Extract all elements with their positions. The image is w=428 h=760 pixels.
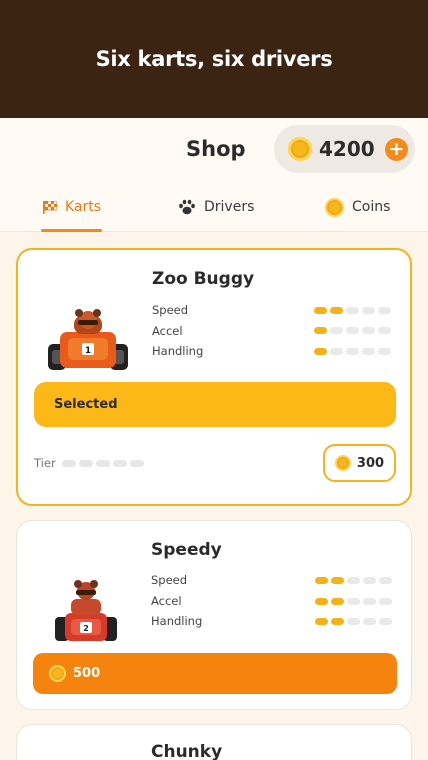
stat-label-handling: Handling [152,344,204,358]
meter-segment [363,598,376,605]
kart-image-speedy: 2 [55,580,117,641]
meter-segment [362,307,375,314]
speed-meter [314,307,391,314]
meter-segment [347,618,360,625]
shop-tabs: Karts Drivers Coins [0,182,428,232]
kart-card-zoo-buggy[interactable]: 1 Zoo Buggy Speed Accel Handling Selecte… [16,248,412,506]
meter-segment [346,307,359,314]
shop-header: Shop 4200 + [0,118,428,182]
meter-segment [362,348,375,355]
meter-segment [96,460,110,467]
meter-segment [330,307,343,314]
kart-name: Speedy [151,540,222,560]
meter-segment [331,598,344,605]
meter-segment [378,327,391,334]
meter-segment [331,577,344,584]
meter-segment [362,327,375,334]
meter-segment [347,577,360,584]
coin-balance: 4200 + [274,125,415,173]
meter-segment [379,618,392,625]
coin-balance-amount: 4200 [319,137,375,161]
page-title: Shop [186,137,246,161]
accel-meter [314,327,391,334]
add-coins-button[interactable]: + [385,138,408,161]
kart-card-speedy[interactable]: 2 Speedy Speed Accel Handling 500 [16,520,412,710]
kart-name: Chunky [151,742,223,760]
meter-segment [314,348,327,355]
accel-meter [315,598,392,605]
kart-image-zoo-buggy: 1 [48,309,128,370]
meter-segment [62,460,76,467]
active-tab-indicator [41,229,102,232]
selected-button[interactable]: Selected [34,382,396,427]
meter-segment [346,327,359,334]
meter-segment [330,327,343,334]
meter-segment [113,460,127,467]
buy-price: 500 [73,666,101,681]
stat-label-speed: Speed [152,303,189,317]
tab-karts-label: Karts [65,199,102,215]
paw-icon [179,199,195,215]
svg-text:2: 2 [83,624,89,633]
meter-segment [347,598,360,605]
price-amount: 300 [356,455,385,471]
meter-segment [379,598,392,605]
stat-label-accel: Accel [151,594,182,608]
meter-segment [314,307,327,314]
meter-segment [346,348,359,355]
tab-drivers-label: Drivers [204,199,255,215]
svg-text:1: 1 [85,346,91,356]
stat-label-handling: Handling [151,614,203,628]
banner-title: Six karts, six drivers [95,47,333,71]
meter-segment [363,618,376,625]
meter-segment [315,577,328,584]
meter-segment [379,577,392,584]
coin-icon [49,665,66,682]
tab-karts[interactable]: Karts [43,182,101,232]
coin-icon [288,137,312,161]
meter-segment [330,348,343,355]
flag-icon [43,200,57,214]
handling-meter [315,618,392,625]
stat-label-accel: Accel [152,324,183,338]
speed-meter [315,577,392,584]
meter-segment [130,460,144,467]
stat-label-speed: Speed [151,573,188,587]
meter-segment [315,598,328,605]
kart-card-chunky[interactable]: Chunky [16,724,412,760]
meter-segment [378,307,391,314]
coin-icon [325,197,344,217]
meter-segment [315,618,328,625]
meter-segment [378,348,391,355]
tab-coins[interactable]: Coins [325,182,390,232]
meter-segment [79,460,93,467]
tab-drivers[interactable]: Drivers [178,182,254,232]
meter-segment [363,577,376,584]
tier-label: Tier [34,456,56,470]
price-chip[interactable]: 300 [323,444,396,482]
tab-coins-label: Coins [352,199,391,215]
coin-icon [334,455,351,471]
tier-meter [62,460,144,467]
kart-name: Zoo Buggy [152,269,255,289]
meter-segment [314,327,327,334]
promo-banner: Six karts, six drivers [0,0,428,118]
meter-segment [331,618,344,625]
buy-button[interactable]: 500 [33,653,397,694]
handling-meter [314,348,391,355]
